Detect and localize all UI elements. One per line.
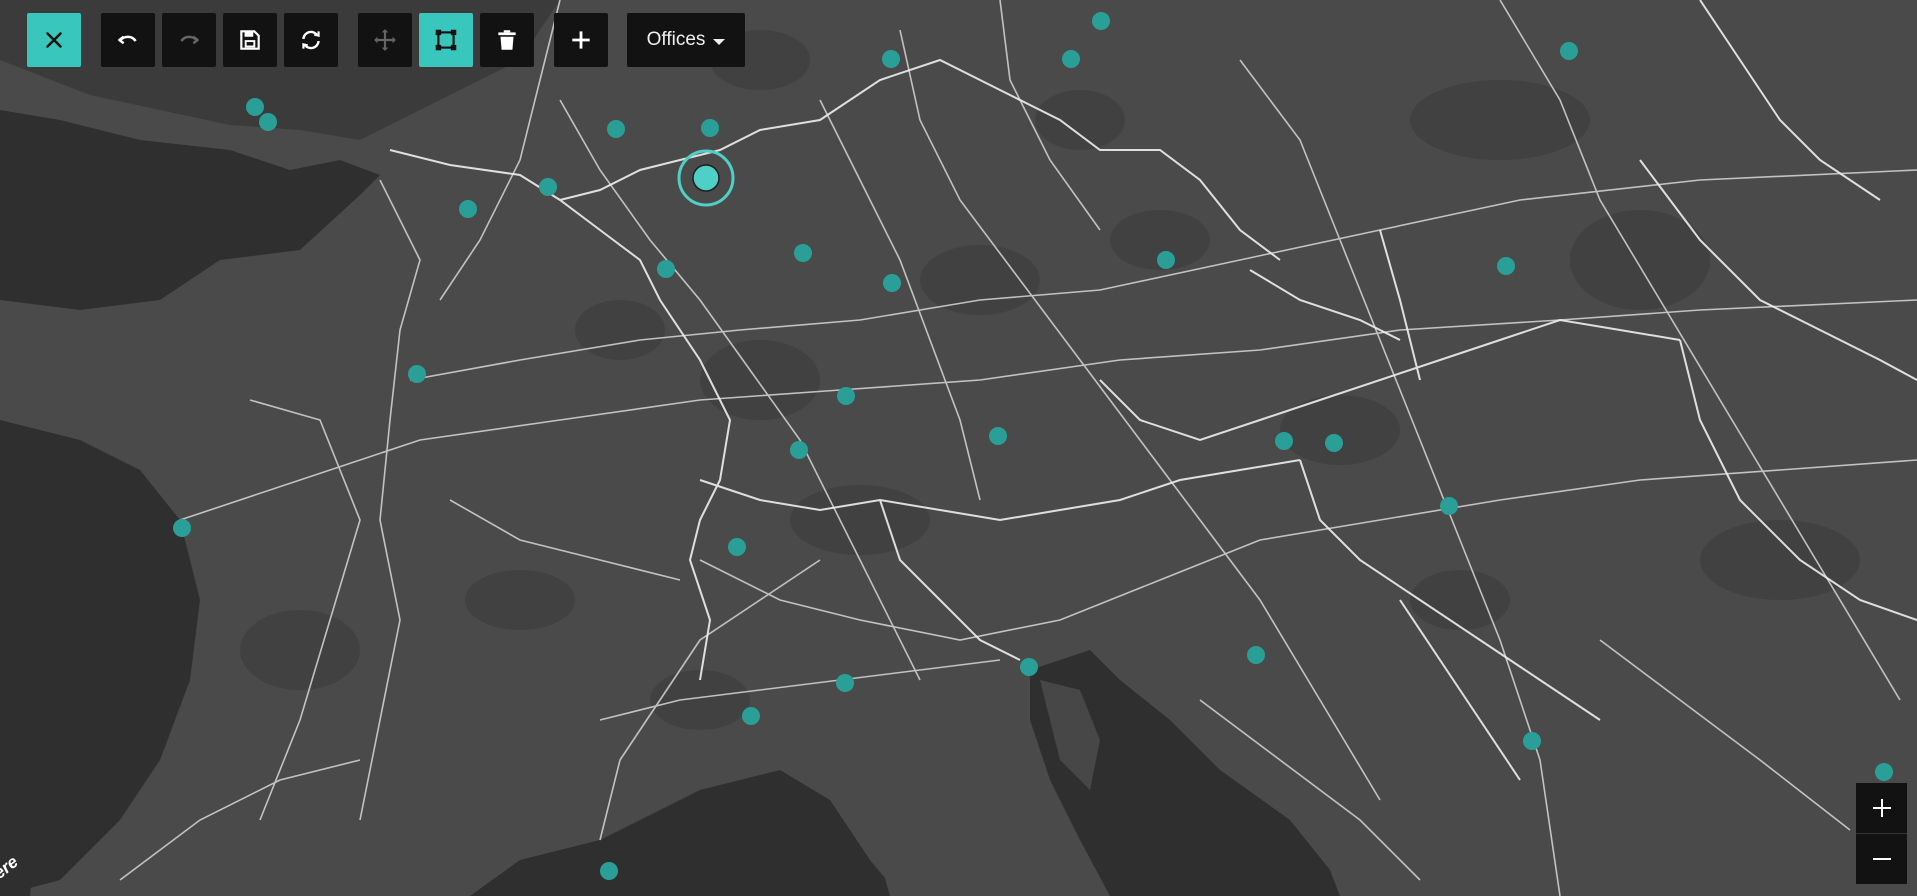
office-marker[interactable]: [607, 120, 625, 138]
office-marker[interactable]: [539, 178, 557, 196]
refresh-button[interactable]: [284, 13, 338, 67]
office-marker[interactable]: [836, 674, 854, 692]
office-marker[interactable]: [989, 427, 1007, 445]
minus-icon: [1872, 858, 1891, 860]
chevron-down-icon: [713, 38, 726, 45]
save-button[interactable]: [223, 13, 277, 67]
office-marker[interactable]: [600, 862, 618, 880]
redo-icon: [180, 35, 199, 45]
office-marker[interactable]: [882, 50, 900, 68]
office-marker[interactable]: [1157, 251, 1175, 269]
office-marker[interactable]: [1092, 12, 1110, 30]
office-marker[interactable]: [1523, 732, 1541, 750]
move-button[interactable]: [358, 13, 412, 67]
office-marker[interactable]: [1325, 434, 1343, 452]
office-marker[interactable]: [1020, 658, 1038, 676]
office-marker[interactable]: [883, 274, 901, 292]
delete-button[interactable]: [480, 13, 534, 67]
plus-icon: [572, 31, 590, 49]
save-icon: [240, 30, 260, 50]
layer-dropdown[interactable]: Offices: [627, 13, 745, 67]
office-marker[interactable]: [1275, 432, 1293, 450]
land-area: [0, 0, 1917, 896]
office-marker[interactable]: [794, 244, 812, 262]
layer-dropdown-label: Offices: [646, 29, 706, 50]
office-marker[interactable]: [728, 538, 746, 556]
office-marker[interactable]: [1440, 497, 1458, 515]
office-marker[interactable]: [837, 387, 855, 405]
office-marker[interactable]: [1875, 763, 1893, 781]
office-marker[interactable]: [701, 119, 719, 137]
office-marker[interactable]: [742, 707, 760, 725]
office-marker[interactable]: [1560, 42, 1578, 60]
zoom-controls: [1856, 783, 1907, 884]
office-marker[interactable]: [1062, 50, 1080, 68]
office-marker[interactable]: [657, 260, 675, 278]
office-marker[interactable]: [1247, 646, 1265, 664]
undo-icon: [118, 35, 137, 45]
zoom-in-button[interactable]: [1856, 783, 1907, 833]
office-marker[interactable]: [459, 200, 477, 218]
select-box-button[interactable]: [419, 13, 473, 67]
close-icon: [46, 32, 62, 48]
bounding-box-icon: [435, 29, 457, 51]
office-marker[interactable]: [259, 113, 277, 131]
office-marker[interactable]: [408, 365, 426, 383]
trash-icon: [498, 30, 516, 50]
move-icon: [374, 29, 396, 51]
plus-icon: [1872, 799, 1891, 817]
undo-button[interactable]: [101, 13, 155, 67]
close-button[interactable]: [27, 13, 81, 67]
office-marker[interactable]: [1497, 257, 1515, 275]
refresh-icon: [302, 30, 320, 50]
add-button[interactable]: [554, 13, 608, 67]
map-canvas[interactable]: [0, 0, 1917, 896]
office-marker[interactable]: [246, 98, 264, 116]
office-marker[interactable]: [790, 441, 808, 459]
redo-button[interactable]: [162, 13, 216, 67]
zoom-out-button[interactable]: [1856, 833, 1907, 884]
office-marker[interactable]: [173, 519, 191, 537]
